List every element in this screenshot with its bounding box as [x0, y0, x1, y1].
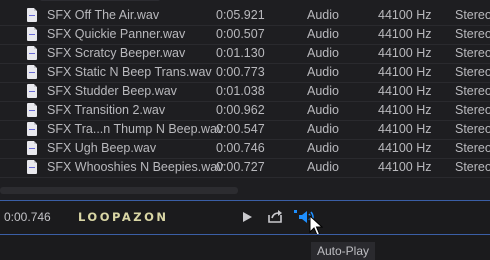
file-name: SFX Scratcy Beeper.wav	[47, 46, 186, 60]
file-type: Audio	[307, 65, 339, 79]
file-duration: 0:01.130	[216, 46, 265, 60]
file-row[interactable]: SFX Studder Beep.wav 0:01.038 Audio 44100 H…	[0, 82, 490, 102]
audio-file-icon	[27, 65, 37, 79]
file-sample-rate: 44100 Hz	[378, 27, 432, 41]
file-name: SFX Whooshies N Beepies.wav	[47, 160, 224, 174]
file-name: SFX Ugh Beep.wav	[47, 141, 157, 155]
audio-file-icon	[27, 8, 37, 22]
file-duration: 0:00.547	[216, 122, 265, 136]
file-sample-rate: 44100 Hz	[378, 84, 432, 98]
file-row[interactable]: SFX Scratcy Beeper.wav 0:01.130 Audio 44100…	[0, 44, 490, 64]
file-duration: 0:00.962	[216, 103, 265, 117]
file-channels: Stereo	[455, 27, 490, 41]
file-channels: Stereo	[455, 46, 490, 60]
header-scroll-remnant	[40, 0, 160, 1]
file-duration: 0:00.773	[216, 65, 265, 79]
file-channels: Stereo	[455, 84, 490, 98]
file-channels: Stereo	[455, 65, 490, 79]
file-sample-rate: 44100 Hz	[378, 103, 432, 117]
panel-divider	[0, 234, 490, 235]
file-channels: Stereo	[455, 122, 490, 136]
export-button[interactable]	[266, 208, 284, 226]
horizontal-scrollbar[interactable]	[0, 187, 238, 194]
file-row[interactable]: SFX Quickie Panner.wav 0:00.507 Audio 44100…	[0, 25, 490, 45]
file-row[interactable]: SFX Off The Air.wav 0:05.921 Audio 44100 Hz…	[0, 6, 490, 26]
loopazon-logo: LOOPAZON	[78, 210, 169, 224]
file-duration: 0:05.921	[216, 8, 265, 22]
file-name: SFX Transition 2.wav	[47, 103, 166, 117]
file-name: SFX Quickie Panner.wav	[47, 27, 186, 41]
file-name: SFX Static N Beep Trans.wav	[47, 65, 212, 79]
audio-file-icon	[27, 160, 37, 174]
audio-file-icon	[27, 27, 37, 41]
file-sample-rate: 44100 Hz	[378, 141, 432, 155]
audio-file-icon	[27, 46, 37, 60]
file-sample-rate: 44100 Hz	[378, 160, 432, 174]
current-time: 0:00.746	[4, 210, 51, 224]
file-type: Audio	[307, 103, 339, 117]
file-type: Audio	[307, 8, 339, 22]
file-channels: Stereo	[455, 141, 490, 155]
file-name: SFX Off The Air.wav	[47, 8, 160, 22]
file-channels: Stereo	[455, 103, 490, 117]
file-channels: Stereo	[455, 160, 490, 174]
file-duration: 0:00.507	[216, 27, 265, 41]
file-type: Audio	[307, 141, 339, 155]
file-type: Audio	[307, 122, 339, 136]
audio-file-icon	[27, 141, 37, 155]
file-duration: 0:00.727	[216, 160, 265, 174]
play-icon	[243, 212, 252, 222]
audio-file-icon	[27, 122, 37, 136]
file-channels: Stereo	[455, 8, 490, 22]
file-row[interactable]: SFX Tra...n Thump N Beep.wav 0:00.547 Audi…	[0, 120, 490, 140]
file-row[interactable]: SFX Transition 2.wav 0:00.962 Audio 44100 H…	[0, 101, 490, 121]
file-name: SFX Studder Beep.wav	[47, 84, 177, 98]
file-list: SFX Off The Air.wav 0:05.921 Audio 44100 Hz…	[0, 0, 490, 201]
file-duration: 0:01.038	[216, 84, 265, 98]
export-icon	[268, 210, 282, 223]
file-type: Audio	[307, 46, 339, 60]
file-row[interactable]: SFX Ugh Beep.wav 0:00.746 Audio 44100 Hz Ste…	[0, 139, 490, 159]
audio-file-icon	[27, 103, 37, 117]
autoplay-tooltip: Auto-Play	[311, 242, 376, 260]
file-name: SFX Tra...n Thump N Beep.wav	[47, 122, 224, 136]
file-duration: 0:00.746	[216, 141, 265, 155]
file-sample-rate: 44100 Hz	[378, 8, 432, 22]
audio-file-icon	[27, 84, 37, 98]
file-type: Audio	[307, 27, 339, 41]
file-sample-rate: 44100 Hz	[378, 122, 432, 136]
file-row[interactable]: SFX Whooshies N Beepies.wav 0:00.727 Audio…	[0, 158, 490, 178]
file-row[interactable]: SFX Static N Beep Trans.wav 0:00.773 Audio…	[0, 63, 490, 83]
file-sample-rate: 44100 Hz	[378, 65, 432, 79]
play-button[interactable]	[238, 208, 256, 226]
transport-bar: 0:00.746 LOOPAZON	[0, 201, 490, 233]
file-type: Audio	[307, 160, 339, 174]
file-sample-rate: 44100 Hz	[378, 46, 432, 60]
file-type: Audio	[307, 84, 339, 98]
